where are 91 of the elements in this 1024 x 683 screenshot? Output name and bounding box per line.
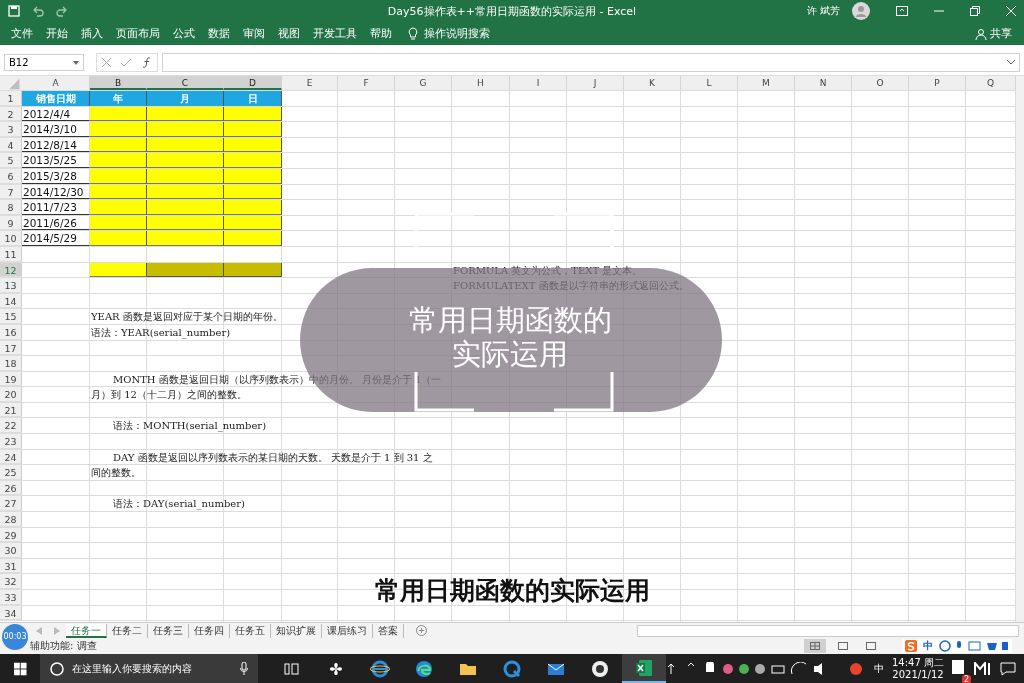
- column-title-cell: 年: [90, 91, 147, 106]
- column-header[interactable]: B: [90, 76, 147, 90]
- row-header[interactable]: 33: [0, 590, 22, 605]
- column-header[interactable]: P: [909, 76, 966, 90]
- date-cell: 2013/5/25: [23, 153, 77, 169]
- sheet-tab[interactable]: 任务二: [107, 623, 148, 638]
- menu-tab[interactable]: 插入: [76, 26, 108, 41]
- note-text: FORMULA 英文为公式，TEXT 是文本。: [453, 263, 643, 278]
- menu-tab[interactable]: 开发工具: [308, 26, 362, 41]
- row-header[interactable]: 22: [0, 418, 22, 434]
- column-header[interactable]: F: [338, 76, 395, 90]
- row-header[interactable]: 25: [0, 465, 22, 480]
- note-text: DAY 函数是返回以序列数表示的某日期的天数。 天数是介于 1 到 31 之: [113, 450, 433, 465]
- sheet-tab[interactable]: 答案: [373, 623, 404, 638]
- timer-badge: 00:03: [2, 624, 28, 650]
- menu-tab[interactable]: 审阅: [238, 26, 270, 41]
- menu-tab[interactable]: 文件: [6, 26, 38, 41]
- overlay-title: 实际运用: [452, 337, 568, 371]
- sheet-tab[interactable]: 任务一: [66, 623, 107, 638]
- date-cell: 2014/3/10: [23, 122, 77, 138]
- row-header[interactable]: 32: [0, 574, 22, 589]
- note-text: 语法：YEAR(serial_number): [91, 325, 231, 340]
- column-header[interactable]: H: [452, 76, 510, 90]
- name-box[interactable]: B12: [4, 54, 84, 71]
- taskbar-search-field[interactable]: 在这里输入你要搜索的内容: [39, 654, 258, 683]
- column-header[interactable]: K: [624, 76, 681, 90]
- menu-tab[interactable]: 页面布局: [111, 26, 165, 41]
- search-placeholder: 在这里输入你要搜索的内容: [71, 661, 192, 676]
- column-header[interactable]: J: [567, 76, 624, 90]
- row-header[interactable]: 5: [0, 153, 22, 168]
- overlay-title: 常用日期函数的: [408, 303, 612, 337]
- note-text: 语法：DAY(serial_number): [113, 497, 245, 512]
- column-title-cell: 销售日期: [22, 91, 90, 106]
- user-name: 许 斌芳: [806, 4, 840, 18]
- date-cell: 2015/3/28: [23, 168, 77, 184]
- row-header[interactable]: 23: [0, 434, 22, 449]
- ime-toolbar[interactable]: 中: [902, 639, 1012, 653]
- row-header[interactable]: 1: [0, 91, 22, 106]
- menu-tab[interactable]: 公式: [168, 26, 200, 41]
- row-header[interactable]: 3: [0, 122, 22, 137]
- share-button[interactable]: 共享: [990, 26, 1012, 41]
- sheet-tab[interactable]: 任务五: [230, 623, 271, 638]
- column-title-cell: 月: [147, 91, 224, 106]
- date-cell: 2011/7/23: [23, 200, 77, 216]
- note-text: YEAR 函数是返回对应于某个日期的年份。: [91, 310, 283, 325]
- column-header[interactable]: L: [681, 76, 738, 90]
- ime-mode[interactable]: 中: [923, 639, 933, 653]
- sheet-tab[interactable]: 知识扩展: [271, 623, 322, 638]
- row-header[interactable]: 20: [0, 387, 22, 402]
- row-header[interactable]: 13: [0, 278, 22, 293]
- row-header[interactable]: 10: [0, 231, 22, 246]
- column-header[interactable]: G: [395, 76, 452, 90]
- column-header[interactable]: D: [224, 76, 282, 90]
- note-text: 月）到 12（十二月）之间的整数。: [91, 388, 247, 403]
- row-header[interactable]: 8: [0, 200, 22, 215]
- column-header[interactable]: O: [852, 76, 909, 90]
- menu-tab[interactable]: 帮助: [365, 26, 397, 41]
- clock-time: 14:47 周二: [892, 656, 944, 669]
- row-header[interactable]: 27: [0, 496, 22, 512]
- row-header[interactable]: 18: [0, 356, 22, 371]
- column-header[interactable]: I: [510, 76, 567, 90]
- menu-tab[interactable]: 视图: [273, 26, 305, 41]
- menu-tab[interactable]: 开始: [41, 26, 73, 41]
- date-cell: 2012/8/14: [23, 137, 77, 153]
- column-header[interactable]: N: [795, 76, 852, 90]
- tell-me-search[interactable]: 操作说明搜索: [424, 26, 490, 41]
- clock[interactable]: 14:47 周二 2021/1/12: [892, 656, 944, 681]
- date-cell: 2011/6/26: [23, 215, 77, 231]
- note-text: 间的整数。: [91, 466, 141, 481]
- notification-badge: 2: [961, 675, 971, 683]
- row-header[interactable]: 30: [0, 543, 22, 558]
- date-cell: 2012/4/4: [23, 106, 71, 122]
- menu-tab[interactable]: 数据: [203, 26, 235, 41]
- row-header[interactable]: 28: [0, 512, 22, 527]
- clock-date: 2021/1/12: [892, 668, 944, 681]
- column-header[interactable]: C: [147, 76, 224, 90]
- sheet-tab[interactable]: 任务三: [148, 623, 189, 638]
- column-title-cell: 日: [224, 91, 282, 106]
- column-header[interactable]: M: [738, 76, 795, 90]
- row-header[interactable]: 15: [0, 309, 22, 324]
- subtitle-caption: 常用日期函数的实际运用: [374, 575, 650, 607]
- sheet-tab[interactable]: 课后练习: [322, 623, 373, 638]
- name-box-value: B12: [9, 57, 29, 68]
- date-cell: 2014/12/30: [23, 184, 84, 200]
- accessibility-status[interactable]: 辅助功能: 调查: [30, 639, 97, 653]
- column-header[interactable]: E: [282, 76, 338, 90]
- input-language[interactable]: 中: [874, 661, 884, 676]
- date-cell: 2014/5/29: [23, 231, 77, 247]
- window-title: Day56操作表++常用日期函数的实际运用 - Excel: [387, 3, 637, 19]
- sheet-tab[interactable]: 任务四: [189, 623, 230, 638]
- note-text: 语法：MONTH(serial_number): [113, 419, 267, 434]
